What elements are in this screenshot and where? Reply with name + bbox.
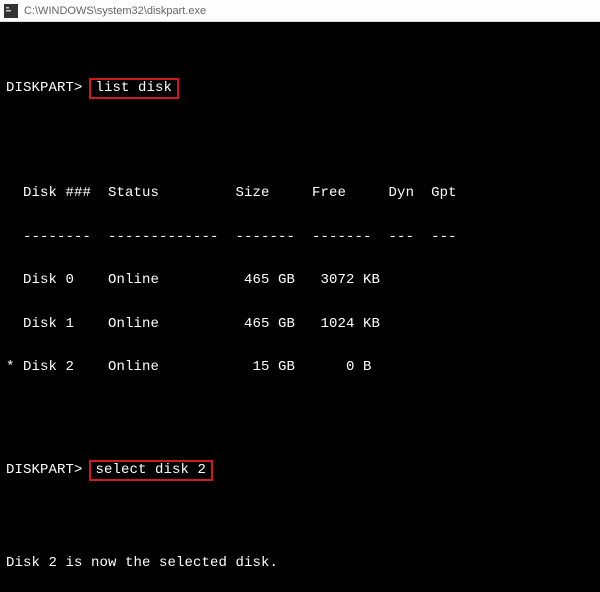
prompt-row-list-disk: DISKPART> list disk [6,78,594,100]
disk-table: Disk ### Status Size Free Dyn Gpt ------… [6,157,594,404]
prompt-row-select-disk: DISKPART> select disk 2 [6,460,594,482]
message-selected: Disk 2 is now the selected disk. [6,556,594,571]
table-row: Disk 0 Online 465 GB 3072 KB [6,273,594,288]
table-header: Disk ### Status Size Free Dyn Gpt [6,186,594,201]
table-divider: -------- ------------- ------- ------- -… [6,230,594,245]
window: C:\WINDOWS\system32\diskpart.exe DISKPAR… [0,0,600,592]
command-select-disk: select disk 2 [89,460,214,482]
prompt-label: DISKPART> [6,463,83,478]
command-list-disk: list disk [89,78,180,100]
app-icon [4,4,18,18]
titlebar[interactable]: C:\WINDOWS\system32\diskpart.exe [0,0,600,22]
terminal[interactable]: DISKPART> list disk Disk ### Status Size… [0,22,600,592]
window-title: C:\WINDOWS\system32\diskpart.exe [24,5,206,17]
prompt-label: DISKPART> [6,81,83,96]
table-row: Disk 1 Online 465 GB 1024 KB [6,317,594,332]
table-row: * Disk 2 Online 15 GB 0 B [6,360,594,375]
